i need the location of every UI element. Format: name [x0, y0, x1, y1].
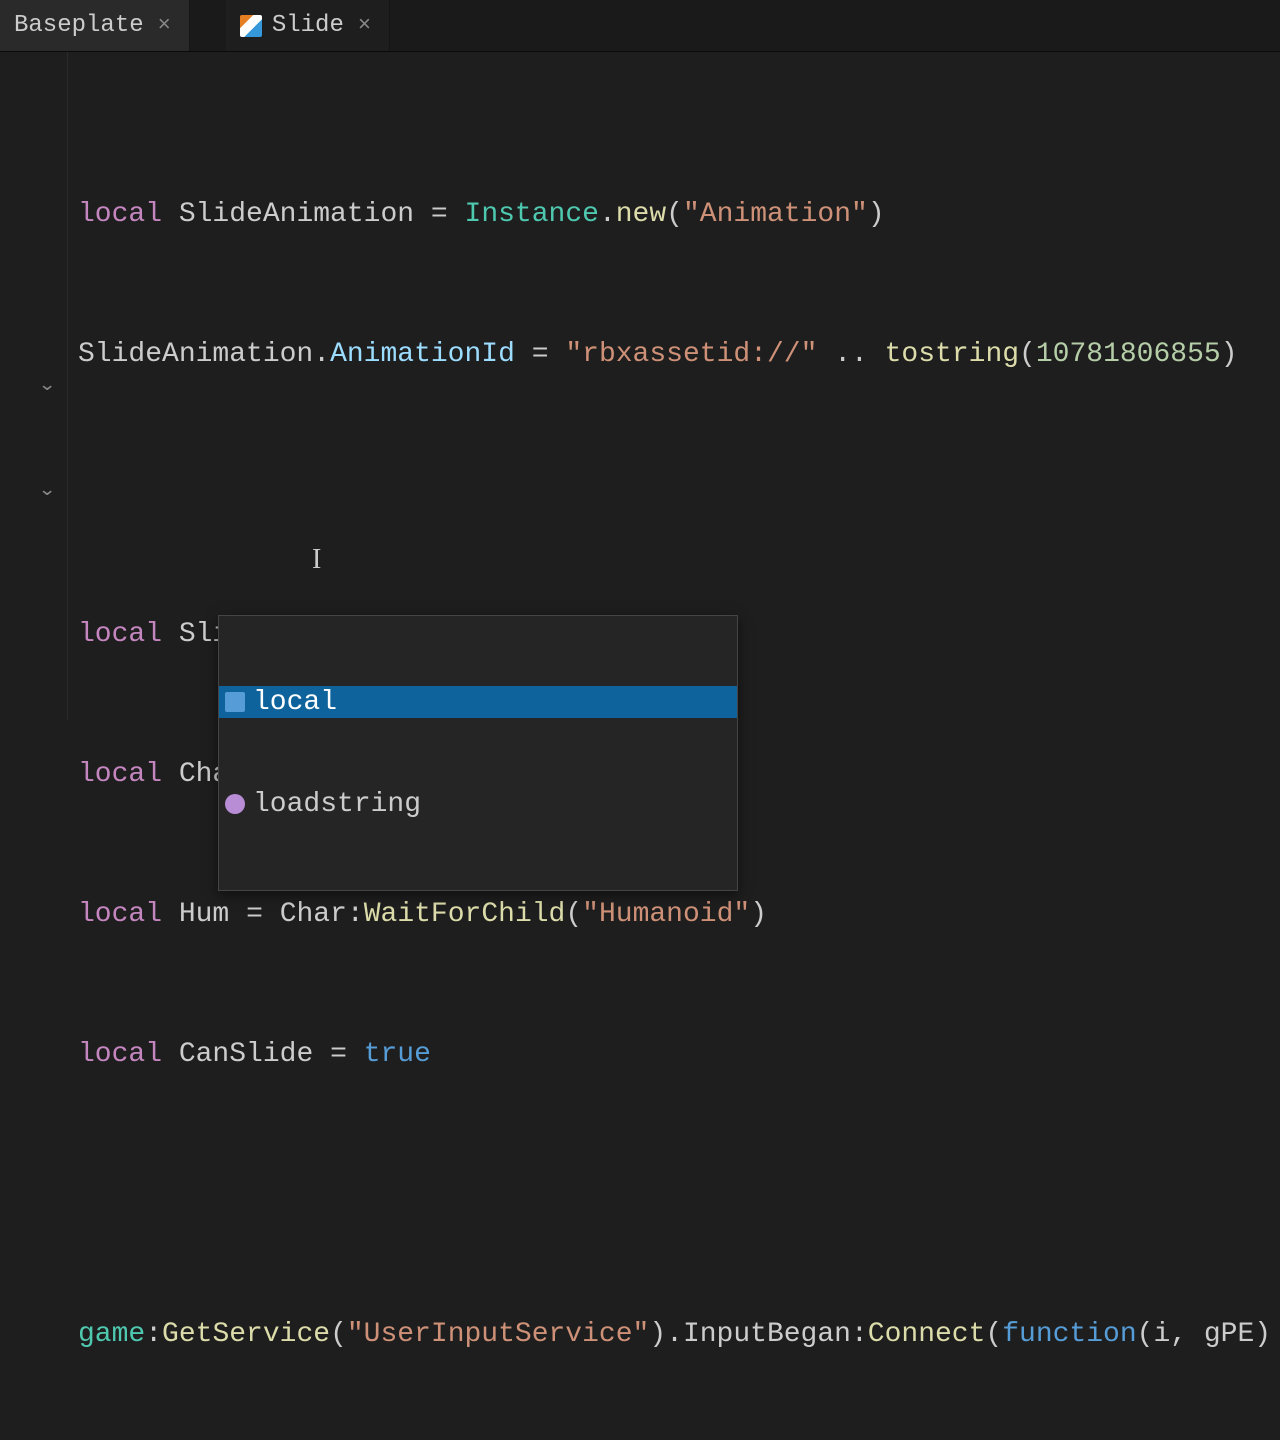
code-area[interactable]: local SlideAnimation = Instance.new("Ani…: [68, 52, 1280, 720]
fold-chevron-icon[interactable]: ⌄: [38, 375, 56, 396]
code-line[interactable]: local Hum = Char:WaitForChild("Humanoid"…: [78, 897, 1280, 932]
script-icon: [240, 15, 262, 37]
code-line[interactable]: game:GetService("UserInputService").Inpu…: [78, 1317, 1280, 1352]
autocomplete-popup: local loadstring: [218, 615, 738, 891]
tab-label: Baseplate: [14, 12, 144, 39]
close-icon[interactable]: ×: [354, 13, 375, 38]
fold-chevron-icon[interactable]: ⌄: [38, 480, 56, 501]
tab-label: Slide: [272, 12, 344, 39]
editor: ⌄ ⌄ local SlideAnimation = Instance.new(…: [0, 52, 1280, 720]
tab-baseplate[interactable]: Baseplate ×: [0, 0, 190, 51]
code-line[interactable]: local CanSlide = true: [78, 1037, 1280, 1072]
close-icon[interactable]: ×: [154, 13, 175, 38]
autocomplete-item-loadstring[interactable]: loadstring: [219, 788, 737, 820]
autocomplete-item-local[interactable]: local: [219, 686, 737, 718]
keyword-icon: [225, 692, 245, 712]
tab-bar: Baseplate × Slide ×: [0, 0, 1280, 52]
code-line[interactable]: local SlideAnimation = Instance.new("Ani…: [78, 197, 1280, 232]
function-icon: [225, 794, 245, 814]
gutter[interactable]: ⌄ ⌄: [0, 52, 68, 720]
code-line[interactable]: SlideAnimation.AnimationId = "rbxassetid…: [78, 337, 1280, 372]
tab-slide[interactable]: Slide ×: [226, 0, 390, 51]
secondary-cursor-icon: I: [312, 542, 321, 577]
autocomplete-label: local: [253, 685, 337, 720]
autocomplete-label: loadstring: [253, 787, 421, 822]
